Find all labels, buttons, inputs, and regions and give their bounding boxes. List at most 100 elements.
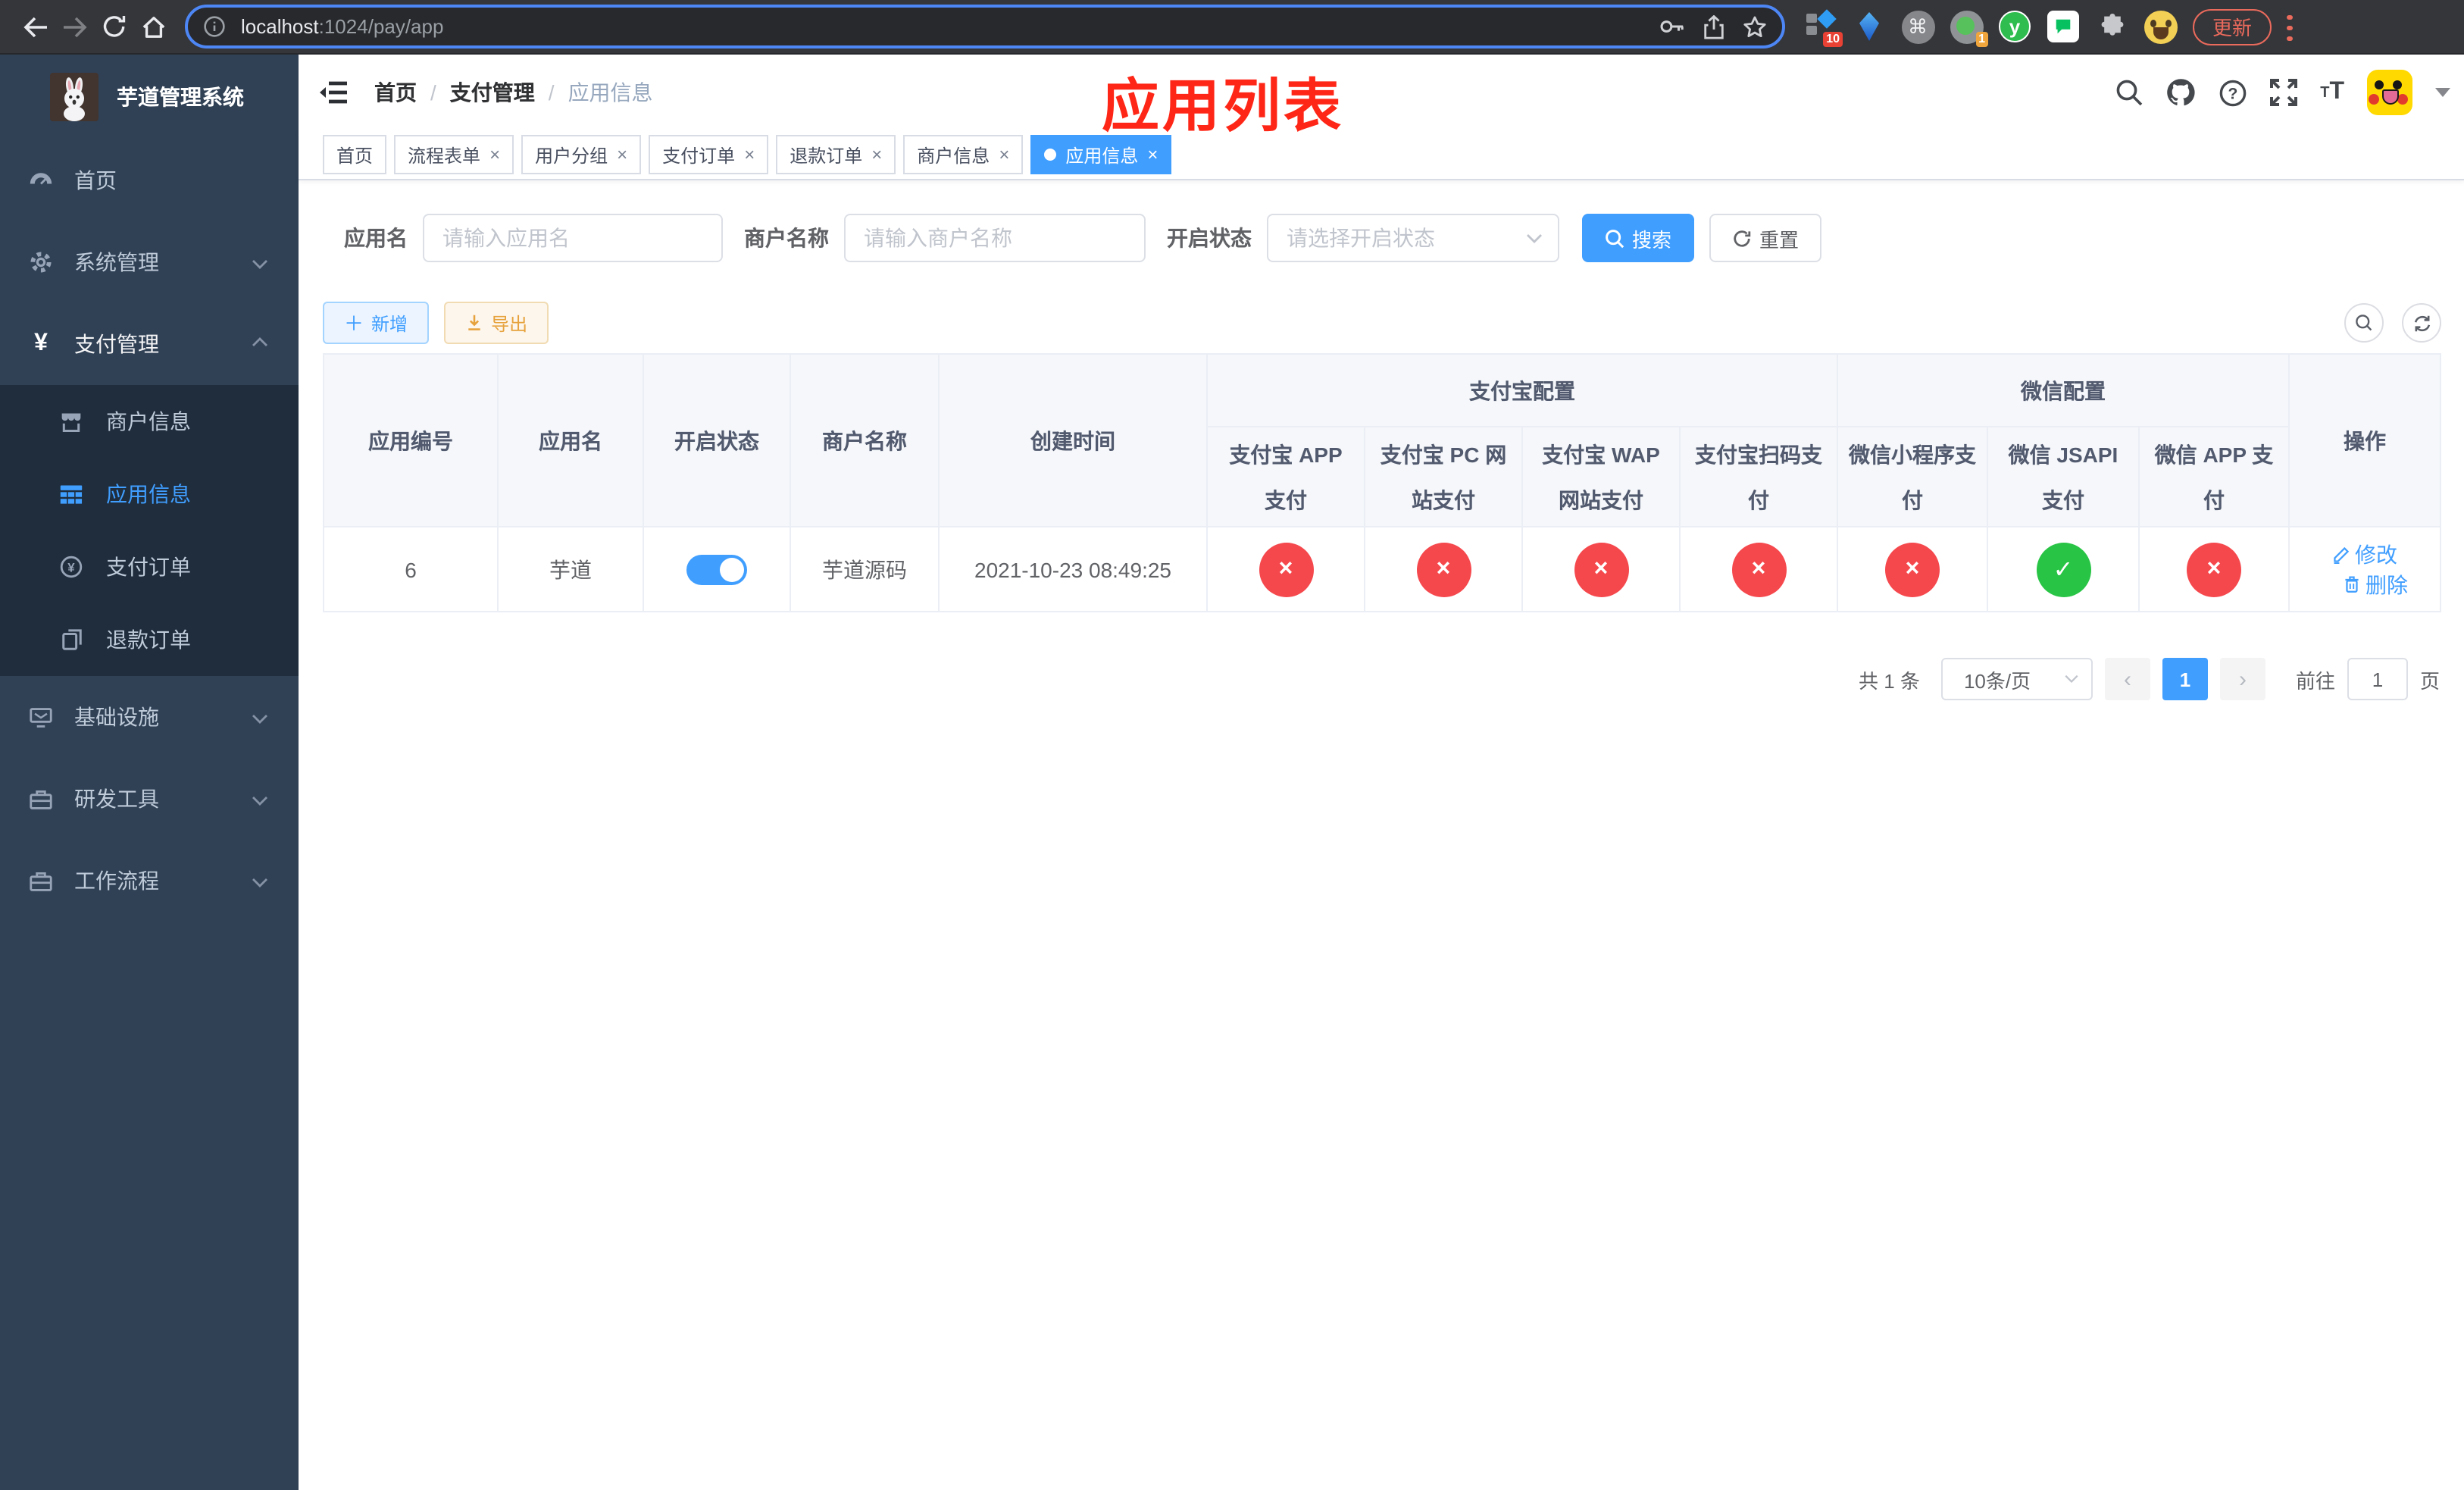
rabbit-logo	[50, 73, 98, 121]
close-icon[interactable]: ×	[871, 146, 882, 164]
extension-status-icon[interactable]: 1	[1949, 9, 1988, 47]
pay-status-cell: ×	[2187, 542, 2241, 596]
extension-y-icon[interactable]: y	[1997, 9, 2032, 44]
close-icon[interactable]: ×	[489, 146, 500, 164]
hamburger-icon[interactable]	[317, 76, 350, 109]
sidebar-item-label: 应用信息	[106, 482, 191, 506]
sidebar-item-refund-orders[interactable]: 退款订单	[0, 603, 299, 676]
tab-user-group[interactable]: 用户分组 ×	[521, 135, 642, 174]
sidebar-item-workflow[interactable]: 工作流程	[0, 840, 299, 922]
edit-link[interactable]: 修改	[2332, 539, 2397, 569]
next-page-button[interactable]: ›	[2219, 658, 2265, 700]
update-label: 更新	[2212, 17, 2253, 39]
cell-merchant: 芋道源码	[790, 526, 940, 612]
group-alipay-config: 支付宝配置	[1206, 353, 1838, 427]
forward-icon[interactable]	[55, 7, 94, 46]
diamond-shape	[1817, 9, 1837, 29]
cell-app-id: 6	[323, 526, 499, 612]
avatar[interactable]	[2367, 70, 2412, 115]
sidebar-item-label: 研发工具	[74, 787, 159, 811]
goto-suffix: 页	[2419, 669, 2440, 692]
tab-merchant-info[interactable]: 商户信息 ×	[903, 135, 1024, 174]
col-operations: 操作	[2288, 353, 2441, 527]
sidebar-item-pay-orders[interactable]: ¥ 支付订单	[0, 531, 299, 603]
back-icon[interactable]	[15, 7, 55, 46]
sidebar-item-home[interactable]: 首页	[0, 139, 299, 221]
sidebar-item-merchant-info[interactable]: 商户信息	[0, 385, 299, 458]
chevron-down-icon	[252, 869, 268, 893]
close-icon[interactable]: ×	[617, 146, 627, 164]
breadcrumb-current: 应用信息	[568, 80, 653, 105]
reload-icon[interactable]	[94, 7, 133, 46]
goto-prefix: 前往	[2295, 669, 2335, 692]
yen-circle-icon: ¥	[59, 555, 83, 579]
sidebar-item-app-info[interactable]: 应用信息	[0, 458, 299, 531]
browser-menu-icon[interactable]	[2287, 13, 2293, 41]
close-icon[interactable]: ×	[1147, 146, 1158, 164]
tab-process-form[interactable]: 流程表单 ×	[394, 135, 514, 174]
page-1-button[interactable]: 1	[2162, 658, 2208, 700]
storefront-icon	[59, 410, 83, 433]
page-size-value: 10条/页	[1963, 669, 2031, 692]
password-key-icon[interactable]	[1659, 18, 1685, 35]
sidebar-item-infrastructure[interactable]: 基础设施	[0, 676, 299, 758]
sidebar-item-system[interactable]: 系统管理	[0, 221, 299, 303]
extension-blocks-icon[interactable]: 10	[1803, 9, 1843, 47]
total-count: 共 1 条	[1859, 669, 1920, 692]
tab-pay-orders[interactable]: 支付订单 ×	[649, 135, 769, 174]
caret-down-icon[interactable]	[2435, 88, 2450, 97]
help-icon[interactable]: ?	[2219, 78, 2247, 107]
sidebar-item-label: 商户信息	[106, 409, 191, 434]
tab-refund-orders[interactable]: 退款订单 ×	[776, 135, 896, 174]
profile-emoji-icon[interactable]	[2143, 9, 2178, 44]
extension-kite-icon[interactable]	[1852, 9, 1887, 44]
tab-label: 首页	[336, 145, 374, 166]
close-icon[interactable]: ×	[744, 146, 755, 164]
share-icon[interactable]	[1703, 14, 1724, 39]
chrome-update-button[interactable]: 更新	[2193, 8, 2272, 45]
sidebar-item-label: 退款订单	[106, 628, 191, 652]
merchant-name-label: 商户名称	[744, 226, 829, 250]
status-select[interactable]: 请选择开启状态	[1267, 214, 1559, 262]
status-toggle[interactable]	[686, 554, 747, 584]
merchant-name-input[interactable]	[844, 214, 1146, 262]
font-size-icon[interactable]: TT	[2320, 79, 2344, 106]
toggle-search-button[interactable]	[2344, 303, 2384, 343]
reset-button[interactable]: 重置	[1709, 214, 1822, 262]
goto-page-input[interactable]	[2347, 658, 2408, 700]
url-bar[interactable]: localhost:1024/pay/app	[185, 5, 1785, 49]
app-name-input[interactable]	[423, 214, 723, 262]
delete-link[interactable]: 删除	[2343, 569, 2408, 599]
bookmark-star-icon[interactable]	[1743, 14, 1767, 39]
prev-page-button[interactable]: ‹	[2104, 658, 2150, 700]
refresh-table-button[interactable]	[2402, 303, 2441, 343]
sidebar-item-label: 系统管理	[74, 250, 159, 274]
extension-command-icon[interactable]: ⌘	[1900, 9, 1935, 44]
pay-status-cell: ×	[1574, 542, 1628, 596]
github-icon[interactable]	[2165, 77, 2196, 108]
home-icon[interactable]	[133, 7, 173, 46]
search-icon	[1606, 229, 1624, 248]
col-alipay-pc: 支付宝 PC 网站支付	[1364, 426, 1523, 527]
close-icon[interactable]: ×	[999, 146, 1009, 164]
export-button[interactable]: 导出	[444, 302, 549, 344]
sidebar-item-dev-tools[interactable]: 研发工具	[0, 758, 299, 840]
tab-home[interactable]: 首页	[323, 135, 387, 174]
sidebar-item-payment[interactable]: ¥ 支付管理	[0, 303, 299, 385]
extensions-puzzle-icon[interactable]	[2094, 9, 2129, 44]
tab-label: 退款订单	[790, 145, 863, 166]
page-size-select[interactable]: 10条/页	[1940, 658, 2093, 700]
site-info-icon[interactable]	[203, 15, 226, 38]
chevron-down-icon	[2065, 675, 2078, 684]
tags-view: 首页 流程表单 × 用户分组 × 支付订单 × 退款订单 × 商户信息 × 应用信息 ×	[299, 130, 2464, 180]
add-button[interactable]: ＋ 新增	[323, 302, 430, 344]
breadcrumb-payment[interactable]: 支付管理	[450, 77, 535, 108]
breadcrumb-home[interactable]: 首页	[374, 77, 417, 108]
breadcrumb-separator: /	[548, 80, 555, 105]
search-icon[interactable]	[2115, 79, 2143, 106]
extension-chat-icon[interactable]	[2046, 9, 2081, 44]
fullscreen-icon[interactable]	[2270, 79, 2298, 106]
sidebar-logo: 芋道管理系统	[0, 55, 299, 139]
search-button[interactable]: 搜索	[1582, 214, 1695, 262]
gear-icon	[29, 250, 53, 274]
